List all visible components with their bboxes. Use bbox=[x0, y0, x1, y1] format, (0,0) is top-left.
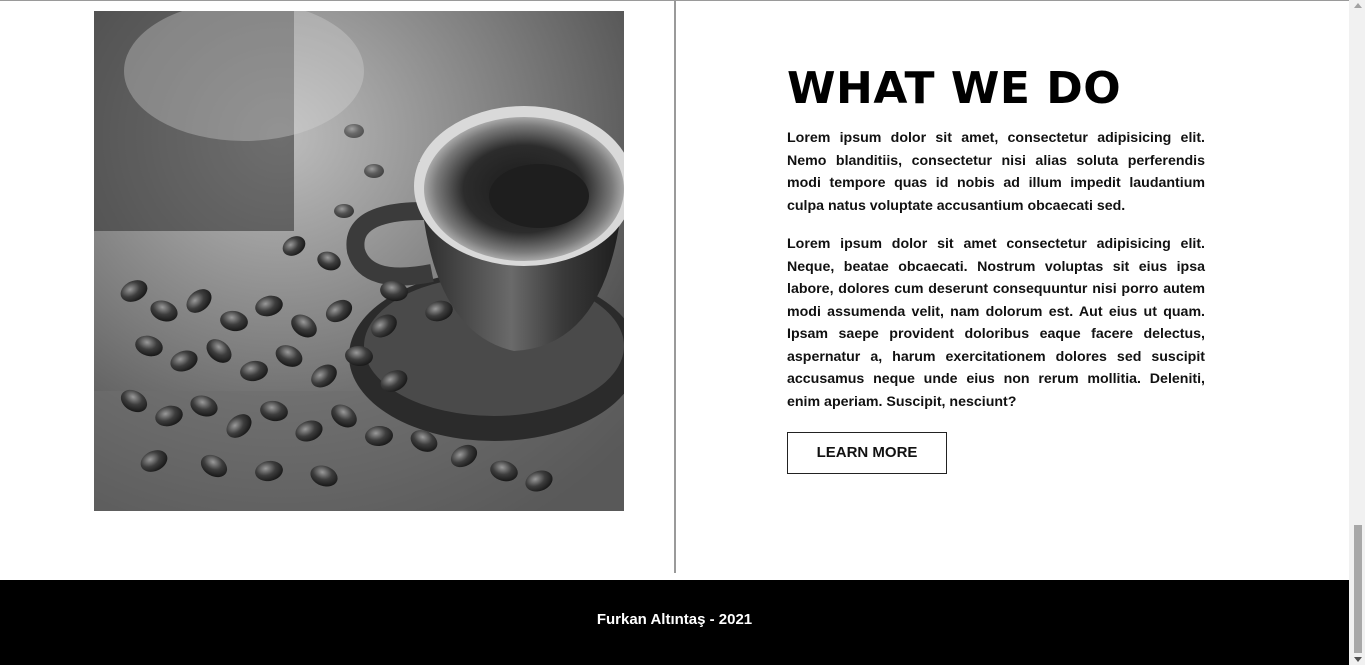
scrollbar-thumb[interactable] bbox=[1354, 525, 1362, 653]
footer-copyright: Furkan Altıntaş - 2021 bbox=[596, 611, 753, 628]
detail-paragraph: Lorem ipsum dolor sit amet consectetur a… bbox=[787, 236, 1205, 410]
vertical-scrollbar[interactable] bbox=[1349, 0, 1365, 665]
section-heading: WHAT WE DO bbox=[787, 63, 1122, 114]
what-we-do-column: WHAT WE DO Lorem ipsum dolor sit amet, c… bbox=[787, 61, 1205, 474]
intro-paragraph: Lorem ipsum dolor sit amet, consectetur … bbox=[787, 130, 1205, 214]
learn-more-button[interactable]: LEARN MORE bbox=[787, 432, 947, 474]
vertical-divider bbox=[674, 1, 676, 573]
coffee-photo-illustration bbox=[94, 11, 624, 511]
scroll-up-arrow-icon[interactable] bbox=[1354, 3, 1362, 8]
page: WHAT WE DO Lorem ipsum dolor sit amet, c… bbox=[0, 0, 1365, 665]
scroll-down-arrow-icon[interactable] bbox=[1354, 657, 1362, 662]
coffee-cup-photo bbox=[94, 11, 624, 511]
about-section: WHAT WE DO Lorem ipsum dolor sit amet, c… bbox=[0, 0, 1349, 580]
footer: Furkan Altıntaş - 2021 bbox=[0, 580, 1349, 665]
